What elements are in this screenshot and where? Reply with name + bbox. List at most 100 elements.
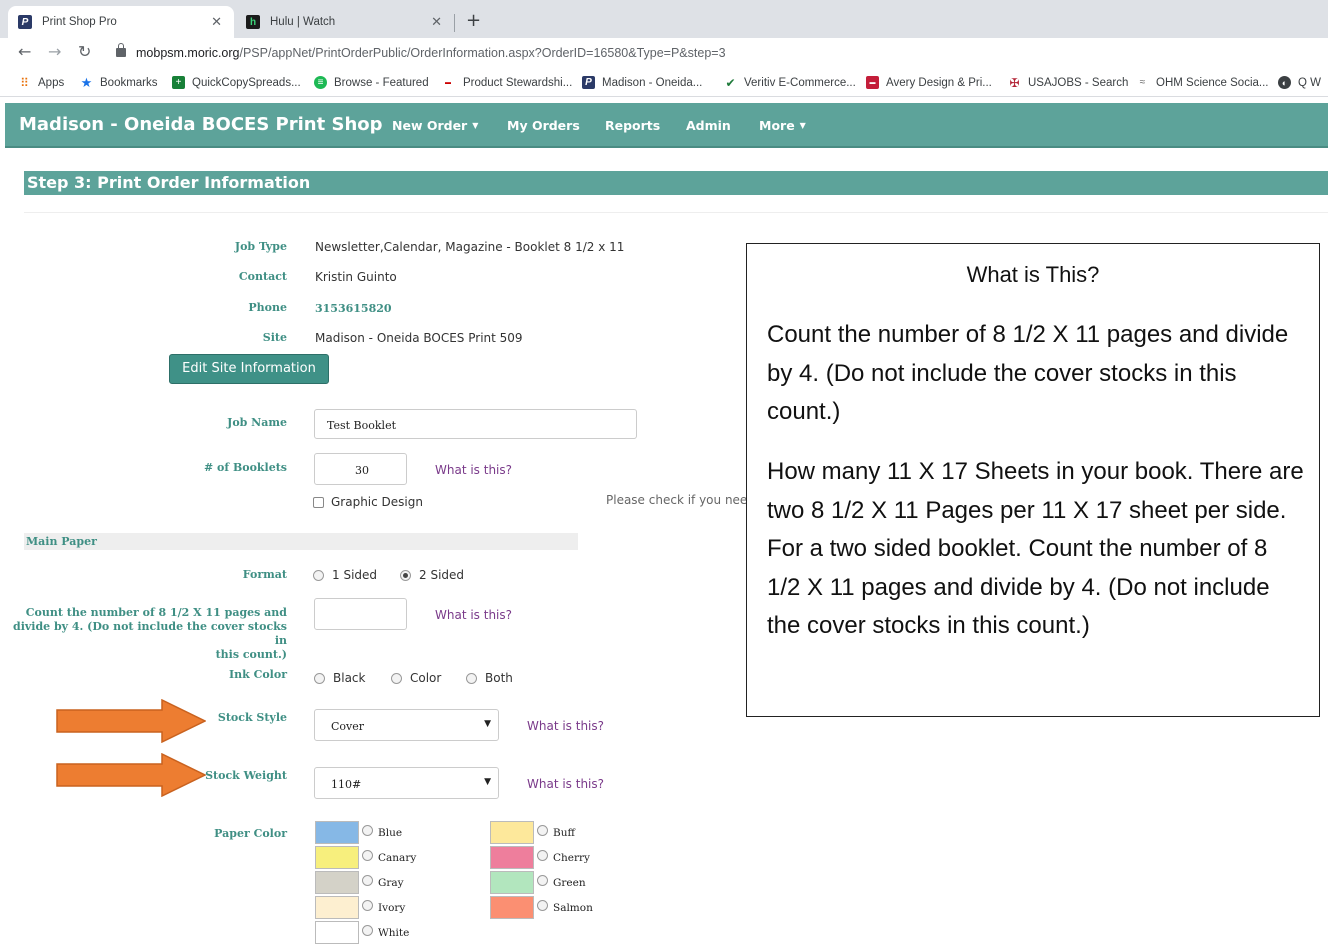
- nav-new-order[interactable]: New Order ▼: [392, 118, 478, 133]
- job-name-input[interactable]: Test Booklet: [314, 409, 637, 439]
- bookmark-avery[interactable]: ▬ Avery Design & Pri...: [866, 76, 992, 89]
- job-type-value: Newsletter,Calendar, Magazine - Booklet …: [315, 240, 625, 254]
- star-icon: ★: [80, 74, 93, 90]
- tab-title: Print Shop Pro: [42, 16, 117, 28]
- stock-weight-label: Stock Weight: [205, 769, 287, 782]
- color-swatch-cherry: [490, 846, 534, 869]
- address-bar: ← → ↻ mobpsm.moric.org/PSP/appNet/PrintO…: [0, 38, 1328, 70]
- tab-separator: [454, 14, 455, 32]
- ink-radio-both[interactable]: [466, 673, 477, 684]
- graphic-design-checkbox[interactable]: [313, 497, 324, 508]
- bookmark-quickcopy[interactable]: + QuickCopySpreads...: [172, 76, 301, 89]
- bookmark-ohm[interactable]: ≈ OHM Science Socia...: [1136, 76, 1269, 89]
- contact-value: Kristin Guinto: [315, 270, 397, 284]
- what-is-this-link[interactable]: What is this?: [435, 608, 512, 622]
- stock-weight-select[interactable]: 110# ▼: [314, 767, 499, 799]
- sheet-count-input[interactable]: [314, 598, 407, 630]
- booklets-input[interactable]: 30: [314, 453, 407, 485]
- stock-style-select[interactable]: Cover ▼: [314, 709, 499, 741]
- bookmark-usajobs[interactable]: ✠ USAJOBS - Search: [1008, 75, 1128, 90]
- print-shop-pro-icon: P: [18, 15, 32, 29]
- color-swatch-green: [490, 871, 534, 894]
- sheet-count-label: Count the number of 8 1/2 X 11 pages and…: [13, 606, 287, 661]
- color-label: Gray: [378, 877, 404, 889]
- bookmarks-bar: ⠿ Apps ★ Bookmarks + QuickCopySpreads... ≡ B…: [0, 70, 1328, 97]
- print-shop-pro-icon: P: [582, 76, 595, 89]
- bookmark-veritiv[interactable]: ✔ Veritiv E-Commerce...: [724, 76, 855, 90]
- orange-arrow-icon: [56, 699, 206, 743]
- phone-label: Phone: [248, 301, 287, 314]
- color-radio-buff[interactable]: [537, 825, 548, 836]
- color-swatch-gray: [315, 871, 359, 894]
- bookmark-product-stewardship[interactable]: ▬ Product Stewardshi...: [440, 76, 572, 89]
- edit-site-information-button[interactable]: Edit Site Information: [169, 354, 329, 384]
- color-radio-green[interactable]: [537, 875, 548, 886]
- bookmark-apps[interactable]: ⠿ Apps: [18, 76, 64, 90]
- color-swatch-ivory: [315, 896, 359, 919]
- color-swatch-buff: [490, 821, 534, 844]
- ink-option-label: Black: [333, 671, 366, 685]
- what-is-this-help-box: What is This? Count the number of 8 1/2 …: [746, 243, 1320, 717]
- contact-label: Contact: [238, 270, 287, 283]
- ink-option-label: Color: [410, 671, 442, 685]
- usajobs-eagle-icon: ✠: [1009, 75, 1020, 90]
- caret-down-icon: ▼: [799, 121, 806, 130]
- tab-hulu[interactable]: h Hulu | Watch ✕: [236, 6, 454, 38]
- color-radio-ivory[interactable]: [362, 900, 373, 911]
- brand-title[interactable]: Madison - Oneida BOCES Print Shop: [19, 114, 383, 135]
- graphic-design-note: Please check if you need: [606, 493, 746, 507]
- help-box-paragraph: How many 11 X 17 Sheets in your book. Th…: [767, 458, 1304, 639]
- phone-link[interactable]: 3153615820: [315, 302, 392, 315]
- orange-arrow-icon: [56, 753, 206, 797]
- format-radio-2-sided[interactable]: [400, 570, 411, 581]
- color-radio-gray[interactable]: [362, 875, 373, 886]
- format-option-label: 1 Sided: [332, 568, 378, 582]
- color-label: Ivory: [378, 902, 406, 914]
- url-field[interactable]: mobpsm.moric.org/PSP/appNet/PrintOrderPu…: [136, 46, 726, 60]
- main-paper-section: Main Paper: [24, 533, 578, 550]
- color-label: Canary: [378, 852, 417, 864]
- close-icon[interactable]: ✕: [211, 14, 222, 30]
- dropdown-arrow-icon: ▼: [484, 777, 491, 787]
- back-arrow-icon[interactable]: ←: [18, 42, 31, 61]
- color-label: White: [378, 927, 410, 939]
- color-label: Salmon: [553, 902, 593, 914]
- color-radio-white[interactable]: [362, 925, 373, 936]
- bookmark-q[interactable]: ◐ Q W: [1278, 76, 1321, 89]
- forward-arrow-icon[interactable]: →: [48, 42, 61, 61]
- avery-icon: ▬: [866, 76, 879, 89]
- lock-icon: [116, 43, 126, 57]
- paper-color-label: Paper Color: [214, 827, 287, 840]
- spotify-icon: ≡: [314, 76, 327, 89]
- bookmark-bookmarks[interactable]: ★ Bookmarks: [80, 74, 158, 90]
- tab-print-shop-pro[interactable]: P Print Shop Pro ✕: [8, 6, 234, 38]
- color-swatch-blue: [315, 821, 359, 844]
- app-navbar: Madison - Oneida BOCES Print Shop New Or…: [5, 103, 1328, 148]
- color-radio-cherry[interactable]: [537, 850, 548, 861]
- job-name-label: Job Name: [227, 416, 287, 429]
- ink-radio-color[interactable]: [391, 673, 402, 684]
- ink-option-label: Both: [485, 671, 513, 685]
- color-swatch-canary: [315, 846, 359, 869]
- color-radio-salmon[interactable]: [537, 900, 548, 911]
- nav-my-orders[interactable]: My Orders: [507, 118, 580, 133]
- color-label: Blue: [378, 827, 403, 839]
- nav-reports[interactable]: Reports: [605, 118, 660, 133]
- what-is-this-link[interactable]: What is this?: [527, 719, 604, 733]
- format-radio-1-sided[interactable]: [313, 570, 324, 581]
- new-tab-plus-icon[interactable]: +: [466, 10, 481, 31]
- nav-more[interactable]: More ▼: [759, 118, 806, 133]
- bookmark-madison-oneida[interactable]: P Madison - Oneida...: [582, 76, 702, 89]
- bookmark-browse-featured[interactable]: ≡ Browse - Featured: [314, 76, 429, 89]
- color-radio-blue[interactable]: [362, 825, 373, 836]
- job-type-label: Job Type: [234, 240, 287, 253]
- ink-radio-black[interactable]: [314, 673, 325, 684]
- nav-admin[interactable]: Admin: [686, 118, 731, 133]
- close-icon[interactable]: ✕: [431, 14, 442, 30]
- what-is-this-link[interactable]: What is this?: [435, 463, 512, 477]
- booklets-label: # of Booklets: [204, 461, 287, 474]
- format-label: Format: [242, 568, 287, 581]
- what-is-this-link[interactable]: What is this?: [527, 777, 604, 791]
- color-radio-canary[interactable]: [362, 850, 373, 861]
- reload-icon[interactable]: ↻: [78, 42, 91, 61]
